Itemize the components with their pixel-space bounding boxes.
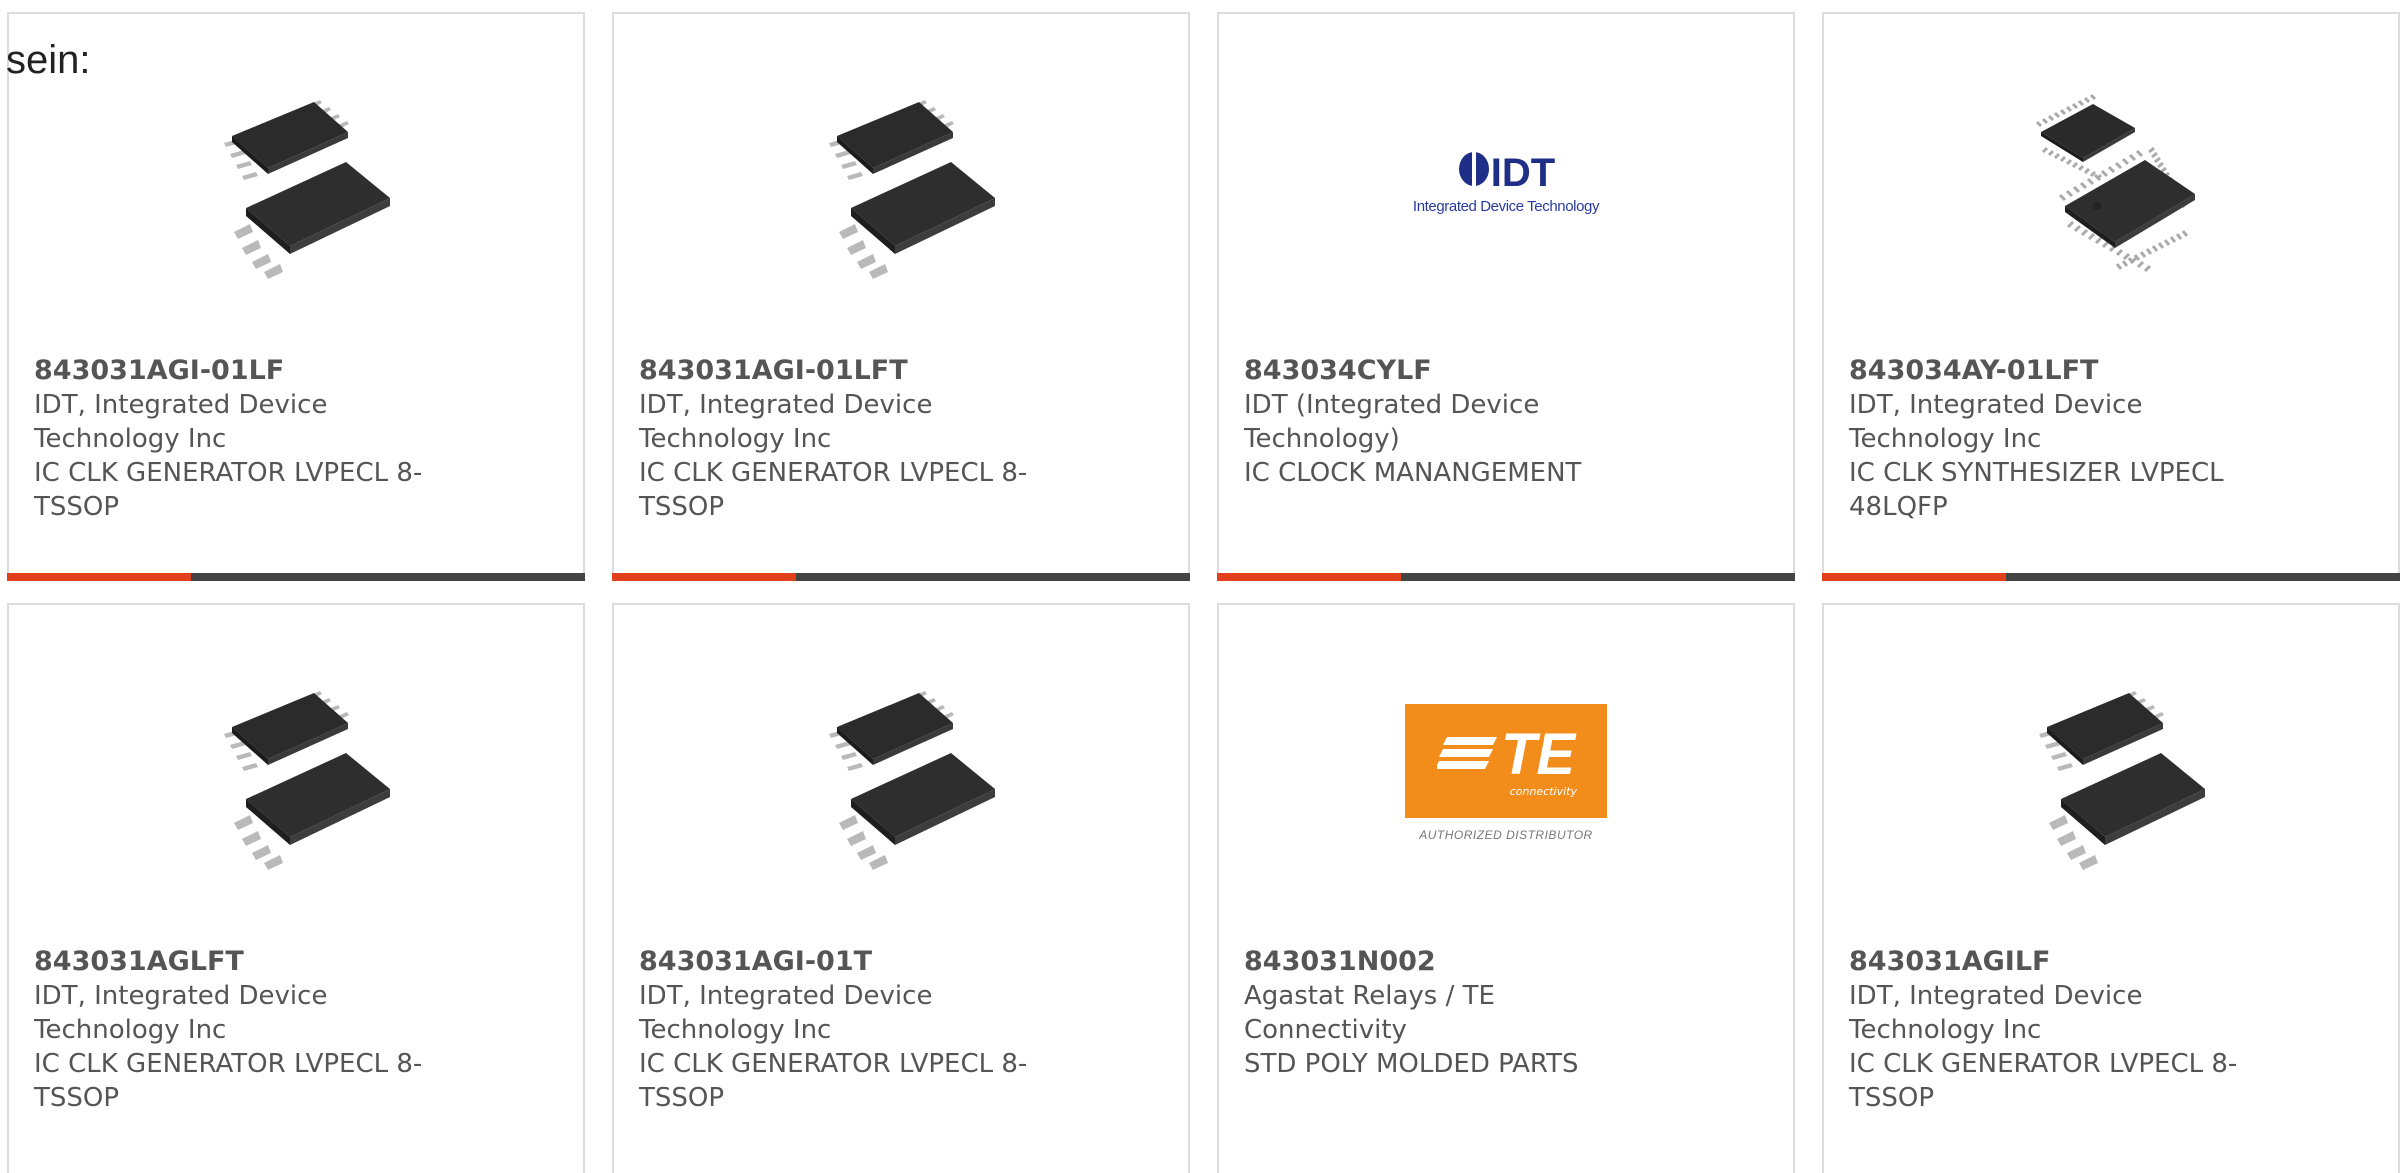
manufacturer-line-2: Technology Inc (1849, 424, 2042, 454)
product-image[interactable] (2011, 673, 2211, 873)
te-stripes-icon (1434, 733, 1501, 777)
description-line-1: IC CLK GENERATOR LVPECL 8- (639, 1049, 1028, 1079)
product-info: 843031AGILF IDT, Integrated Device Technol… (1849, 945, 2269, 1115)
part-number[interactable]: 843031AGI-01T (639, 945, 1059, 979)
description-line-1: IC CLK GENERATOR LVPECL 8- (639, 458, 1028, 488)
manufacturer-line-2: Technology) (1244, 424, 1400, 454)
part-number[interactable]: 843031AGLFT (34, 945, 454, 979)
product-info: 843034CYLF IDT (Integrated Device Technolo… (1244, 354, 1664, 490)
product-image[interactable]: IDT Integrated Device Technology (1406, 82, 1606, 282)
intro-text: sein: (6, 38, 91, 82)
te-logo: TE connectivity AUTHORIZED DISTRIBUTOR (1405, 704, 1607, 842)
part-number[interactable]: 843031AGILF (1849, 945, 2269, 979)
description-line-2: TSSOP (639, 492, 725, 522)
part-number[interactable]: 843031AGI-01LF (34, 354, 454, 388)
product-info: 843034AY-01LFT IDT, Integrated Device Tech… (1849, 354, 2269, 524)
description-line-2: TSSOP (34, 1083, 120, 1113)
manufacturer-line-1: IDT, Integrated Device (1849, 981, 2143, 1011)
manufacturer-line-1: IDT, Integrated Device (639, 390, 933, 420)
idt-mark-icon (1457, 149, 1491, 198)
manufacturer-line-1: IDT, Integrated Device (34, 981, 328, 1011)
tssop-8-chip-icon (829, 100, 995, 279)
description-line-1: IC CLOCK MANANGEMENT (1244, 458, 1582, 488)
product-card[interactable]: 843031AGI-01LF IDT, Integrated Device Tech… (7, 12, 585, 581)
manufacturer-line-1: IDT, Integrated Device (639, 981, 933, 1011)
product-image[interactable] (801, 673, 1001, 873)
tssop-8-chip-icon (829, 691, 995, 870)
manufacturer-line-2: Technology Inc (34, 1015, 227, 1045)
card-progress-bar (1217, 573, 1795, 581)
card-progress-accent (612, 573, 796, 581)
description-line-2: TSSOP (639, 1083, 725, 1113)
card-progress-accent (1822, 573, 2006, 581)
product-card[interactable]: IDT Integrated Device Technology 843034CYL… (1217, 12, 1795, 581)
part-number[interactable]: 843031N002 (1244, 945, 1664, 979)
product-card[interactable]: 843031AGLFT IDT, Integrated Device Technol… (7, 603, 585, 1173)
te-logo-sub: connectivity (1509, 784, 1577, 798)
product-card[interactable]: 843031AGI-01LFT IDT, Integrated Device Tec… (612, 12, 1190, 581)
product-info: 843031N002 Agastat Relays / TE Connectivi… (1244, 945, 1664, 1081)
card-progress-bar (612, 573, 1190, 581)
idt-logo-tagline: Integrated Device Technology (1412, 197, 1600, 215)
card-progress-accent (1217, 573, 1401, 581)
tssop-8-chip-icon (224, 100, 390, 279)
lqfp-48-chip-icon (2035, 93, 2195, 273)
product-image[interactable] (196, 82, 396, 282)
product-card[interactable]: 843031AGILF IDT, Integrated Device Technol… (1822, 603, 2400, 1173)
description-line-1: IC CLK GENERATOR LVPECL 8- (34, 1049, 423, 1079)
manufacturer-line-2: Technology Inc (34, 424, 227, 454)
description-line-2: TSSOP (1849, 1083, 1935, 1113)
part-number[interactable]: 843031AGI-01LFT (639, 354, 1059, 388)
te-logo-word: TE (1500, 721, 1576, 787)
product-image[interactable] (2011, 82, 2211, 282)
product-info: 843031AGI-01LFT IDT, Integrated Device Tec… (639, 354, 1059, 524)
manufacturer-line-2: Technology Inc (639, 424, 832, 454)
product-image[interactable] (801, 82, 1001, 282)
description-line-1: IC CLK SYNTHESIZER LVPECL (1849, 458, 2224, 488)
description-line-1: STD POLY MOLDED PARTS (1244, 1049, 1579, 1079)
manufacturer-line-1: IDT (Integrated Device (1244, 390, 1540, 420)
card-progress-bar (7, 573, 585, 581)
idt-logo: IDT Integrated Device Technology (1412, 149, 1600, 215)
idt-logo-word: IDT (1490, 151, 1556, 195)
product-card[interactable]: TE connectivity AUTHORIZED DISTRIBUTOR 8430… (1217, 603, 1795, 1173)
part-number[interactable]: 843034AY-01LFT (1849, 354, 2269, 388)
part-number[interactable]: 843034CYLF (1244, 354, 1664, 388)
description-line-1: IC CLK GENERATOR LVPECL 8- (34, 458, 423, 488)
te-logo-box: TE connectivity (1405, 704, 1607, 818)
card-progress-accent (7, 573, 191, 581)
card-progress-bar (1822, 573, 2400, 581)
description-line-1: IC CLK GENERATOR LVPECL 8- (1849, 1049, 2238, 1079)
tssop-8-chip-icon (2039, 691, 2205, 870)
manufacturer-line-1: IDT, Integrated Device (1849, 390, 2143, 420)
manufacturer-line-2: Technology Inc (1849, 1015, 2042, 1045)
manufacturer-line-1: Agastat Relays / TE Connectivity (1244, 981, 1495, 1045)
te-logo-caption: AUTHORIZED DISTRIBUTOR (1419, 828, 1593, 842)
product-info: 843031AGI-01T IDT, Integrated Device Techn… (639, 945, 1059, 1115)
product-image[interactable] (196, 673, 396, 873)
description-line-2: 48LQFP (1849, 492, 1948, 522)
tssop-8-chip-icon (224, 691, 390, 870)
manufacturer-line-2: Technology Inc (639, 1015, 832, 1045)
product-image[interactable]: TE connectivity AUTHORIZED DISTRIBUTOR (1405, 673, 1607, 873)
description-line-2: TSSOP (34, 492, 120, 522)
product-info: 843031AGI-01LF IDT, Integrated Device Tech… (34, 354, 454, 524)
manufacturer-line-1: IDT, Integrated Device (34, 390, 328, 420)
product-card[interactable]: 843031AGI-01T IDT, Integrated Device Techn… (612, 603, 1190, 1173)
product-card[interactable]: 843034AY-01LFT IDT, Integrated Device Tech… (1822, 12, 2400, 581)
product-info: 843031AGLFT IDT, Integrated Device Technol… (34, 945, 454, 1115)
